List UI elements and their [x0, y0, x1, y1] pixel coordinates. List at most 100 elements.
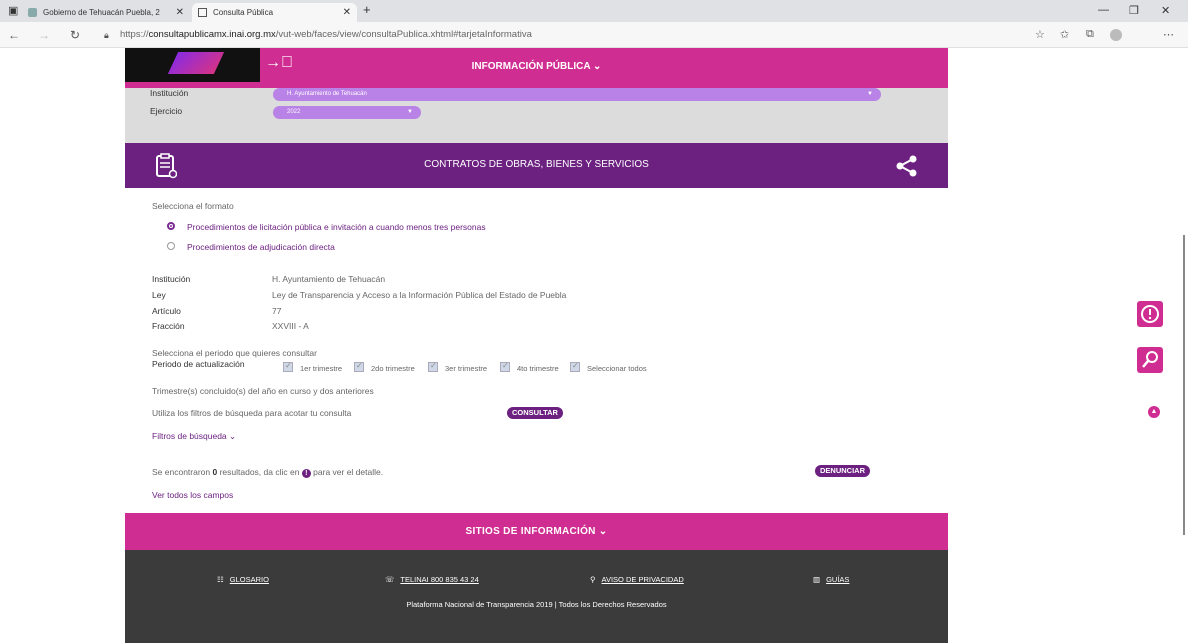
periodo-actualizacion-label: Periodo de actualización — [152, 359, 245, 369]
footer: ☷ GLOSARIO ☏ TELINAI 800 835 43 24 ⚲ AVISO … — [125, 550, 948, 643]
periodo-label: Selecciona el periodo que quieres consul… — [152, 348, 317, 358]
label-2do-trimestre: 2do trimestre — [371, 364, 415, 373]
arrow-up-icon: ▲ — [1150, 408, 1158, 415]
copyright-text: Plataforma Nacional de Transparencia 201… — [406, 600, 667, 609]
tools-button[interactable] — [1137, 347, 1163, 373]
checkbox-3er-trimestre[interactable] — [428, 361, 438, 372]
aviso-privacidad-link[interactable]: ⚲ AVISO DE PRIVACIDAD — [590, 575, 684, 584]
institucion-select-value: H. Ayuntamiento de Tehuacán — [287, 91, 367, 97]
label-1er-trimestre: 1er trimestre — [300, 364, 343, 373]
url-path: /vut-web/faces/view/consultaPublica.xhtm… — [275, 29, 532, 40]
url-domain: consultapublicamx.inai.org.mx — [148, 29, 276, 40]
ley-label: Ley — [152, 290, 166, 300]
informacion-publica-menu[interactable]: INFORMACIÓN PÚBLICA ⌄ — [125, 61, 948, 72]
tab-title: Consulta Pública — [213, 8, 274, 17]
checkbox-seleccionar-todos[interactable] — [570, 361, 580, 372]
url-prefix: https:// — [120, 29, 149, 40]
results-middle: resultados, da clic en — [217, 467, 302, 477]
guias-link[interactable]: ▥ GUÍAS — [813, 575, 849, 584]
shield-icon — [28, 8, 37, 17]
ejercicio-select-value: 2022 — [287, 109, 301, 115]
sitios-informacion-bar: SITIOS DE INFORMACIÓN ⌄ — [125, 513, 948, 550]
close-tab-icon[interactable]: ✕ — [343, 7, 351, 18]
ley-value: Ley de Transparencia y Acceso a la Infor… — [272, 290, 567, 300]
lock-icon: 🔒︎ — [104, 30, 109, 40]
ejercicio-label: Ejercicio — [150, 106, 183, 116]
scrollbar[interactable] — [1183, 235, 1185, 535]
address-bar: ← → ↻ 🔒︎ https://consultapublicamx.inai.… — [0, 22, 1188, 48]
glosario-label: GLOSARIO — [229, 575, 269, 584]
institucion-detail-label: Institución — [152, 274, 191, 284]
aviso-label: AVISO DE PRIVACIDAD — [601, 575, 684, 584]
institucion-label: Institución — [150, 88, 189, 98]
format-label: Selecciona el formato — [152, 201, 234, 211]
checkbox-1er-trimestre[interactable] — [283, 361, 293, 372]
close-tab-icon[interactable]: ✕ — [176, 7, 184, 18]
guias-label: GUÍAS — [826, 575, 850, 584]
scroll-up-button[interactable]: ▲ — [1148, 406, 1160, 418]
checkbox-4to-trimestre[interactable] — [500, 361, 510, 372]
fraccion-label: Fracción — [152, 321, 185, 331]
institucion-detail-value: H. Ayuntamiento de Tehuacán — [272, 274, 386, 284]
results-suffix: para ver el detalle. — [310, 467, 384, 477]
label-seleccionar-todos: Seleccionar todos — [587, 364, 647, 373]
phone-icon: ☏ — [385, 575, 395, 584]
alert-button[interactable] — [1137, 301, 1163, 327]
book-icon: ☷ — [217, 575, 224, 584]
results-summary: Se encontraron 0 resultados, da clic en … — [152, 467, 383, 478]
telinai-label: TELINAI 800 835 43 24 — [400, 575, 479, 584]
url-field[interactable]: https://consultapublicamx.inai.org.mx/vu… — [120, 29, 532, 40]
institucion-select[interactable]: H. Ayuntamiento de Tehuacán ▼ — [273, 88, 881, 101]
page-icon — [198, 8, 207, 17]
chevron-down-icon: ▼ — [407, 109, 413, 115]
articulo-label: Artículo — [152, 306, 181, 316]
wrench-icon — [1142, 351, 1158, 368]
section-band: CONTRATOS DE OBRAS, BIENES Y SERVICIOS — [125, 143, 948, 188]
consultar-button[interactable]: CONSULTAR — [507, 407, 563, 419]
results-prefix: Se encontraron — [152, 467, 213, 477]
chevron-down-icon: ▼ — [867, 91, 873, 97]
profile-avatar-icon[interactable] — [1110, 29, 1122, 41]
format-option-adjudicacion-label[interactable]: Procedimientos de adjudicación directa — [187, 242, 335, 252]
top-filters: Institución H. Ayuntamiento de Tehuacán … — [125, 88, 948, 143]
search-hint: Utiliza los filtros de búsqueda para aco… — [152, 408, 352, 418]
sitios-informacion-toggle[interactable]: SITIOS DE INFORMACIÓN ⌄ — [125, 526, 948, 537]
forward-icon[interactable]: → — [38, 28, 50, 42]
minimize-icon[interactable]: — — [1098, 4, 1109, 16]
telinai-link[interactable]: ☏ TELINAI 800 835 43 24 — [385, 575, 479, 584]
person-icon: ⚲ — [590, 575, 596, 584]
periodo-note: Trimestre(s) concluido(s) del año en cur… — [152, 386, 374, 396]
glosario-link[interactable]: ☷ GLOSARIO — [217, 575, 269, 584]
site-header: →⃞ INFORMACIÓN PÚBLICA ⌄ — [125, 48, 948, 88]
back-icon[interactable]: ← — [8, 28, 20, 42]
tab-consulta[interactable]: Consulta Pública ✕ — [192, 3, 357, 22]
favorite-add-icon[interactable]: ☆ — [1035, 28, 1045, 41]
share-icon[interactable] — [896, 155, 918, 177]
favorites-icon[interactable]: ✩ — [1060, 28, 1069, 41]
browser-tabbar: ▣ Gobierno de Tehuacán Puebla, 2 ✕ Consu… — [0, 0, 1188, 22]
label-3er-trimestre: 3er trimestre — [445, 364, 488, 373]
tab-title: Gobierno de Tehuacán Puebla, 2 — [43, 8, 160, 17]
format-option-licitacion-radio[interactable] — [167, 222, 175, 230]
filtros-busqueda-toggle[interactable]: Filtros de búsqueda ⌄ — [152, 431, 236, 442]
tab-actions-icon[interactable]: ▣ — [8, 4, 18, 17]
more-menu-icon[interactable]: ⋯ — [1163, 28, 1174, 41]
info-icon[interactable]: ! — [301, 469, 311, 478]
section-title: CONTRATOS DE OBRAS, BIENES Y SERVICIOS — [424, 159, 649, 170]
denunciar-button[interactable]: DENUNCIAR — [815, 465, 870, 477]
ver-todos-campos-link[interactable]: Ver todos los campos — [152, 490, 233, 500]
maximize-icon[interactable]: ❐ — [1129, 4, 1139, 17]
label-4to-trimestre: 4to trimestre — [517, 364, 559, 373]
refresh-icon[interactable]: ↻ — [70, 28, 80, 42]
checkbox-2do-trimestre[interactable] — [354, 361, 364, 372]
format-option-licitacion-label[interactable]: Procedimientos de licitación pública e i… — [187, 222, 486, 232]
new-tab-icon[interactable]: + — [363, 2, 371, 17]
fraccion-value: XXVIII - A — [272, 321, 309, 331]
close-window-icon[interactable]: ✕ — [1161, 4, 1170, 17]
format-option-adjudicacion-radio[interactable] — [167, 242, 175, 250]
ejercicio-select[interactable]: 2022 ▼ — [273, 106, 421, 119]
guide-icon: ▥ — [813, 575, 821, 584]
collections-icon[interactable]: ⧉ — [1086, 28, 1094, 41]
alert-icon — [1141, 305, 1159, 323]
tab-gobierno[interactable]: Gobierno de Tehuacán Puebla, 2 ✕ — [22, 3, 190, 22]
